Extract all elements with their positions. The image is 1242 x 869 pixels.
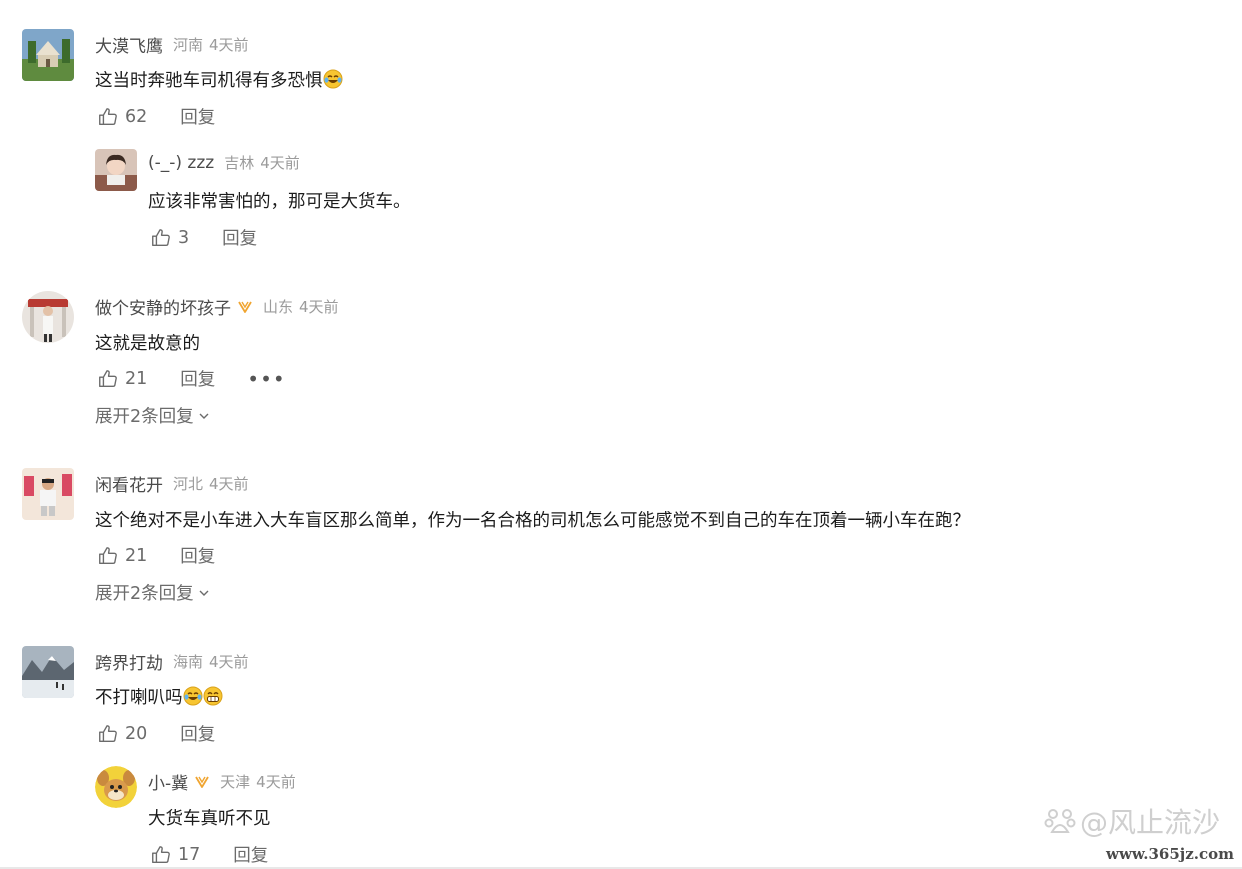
like-count: 21 <box>125 545 148 566</box>
timestamp: 4天前 <box>260 154 300 172</box>
timestamp: 4天前 <box>209 36 249 54</box>
timestamp: 4天前 <box>299 298 339 316</box>
avatar[interactable] <box>95 766 137 808</box>
crying-laughing-emoji-icon <box>183 686 202 706</box>
username[interactable]: 跨界打劫 <box>95 649 163 674</box>
like-button[interactable]: 21 <box>97 545 147 567</box>
username[interactable]: (-_-) zzz <box>148 153 214 173</box>
watermark-text: @风止流沙 <box>1079 806 1220 839</box>
thumb-up-icon <box>99 546 117 564</box>
location: 天津 <box>220 773 251 791</box>
reply-button[interactable]: 回复 <box>233 842 268 867</box>
reply-button[interactable]: 回复 <box>180 543 215 568</box>
timestamp: 4天前 <box>209 653 249 671</box>
vip-badge-icon <box>238 301 252 313</box>
comment-text-content: 这当时奔驰车司机得有多恐惧 <box>95 71 323 91</box>
more-options-button[interactable]: ••• <box>247 369 285 389</box>
username[interactable]: 做个安静的坏孩子 <box>95 294 231 319</box>
avatar-image <box>95 149 137 191</box>
avatar-image <box>22 468 74 520</box>
thumb-up-icon <box>152 845 170 863</box>
chevron-down-icon <box>199 590 209 596</box>
like-count: 20 <box>125 723 148 744</box>
watermark: @风止流沙 <box>1044 801 1220 841</box>
like-button[interactable]: 20 <box>97 723 147 745</box>
vip-badge-icon <box>195 776 209 788</box>
crying-laughing-emoji-icon <box>323 69 342 89</box>
location: 山东 <box>263 298 294 316</box>
comment-text: 不打喇叭吗 <box>95 684 223 709</box>
reply-button[interactable]: 回复 <box>222 225 257 250</box>
like-button[interactable]: 62 <box>97 106 147 128</box>
avatar-image <box>22 646 74 698</box>
chevron-down-icon <box>199 413 209 419</box>
comment-text-content: 不打喇叭吗 <box>95 688 183 708</box>
avatar[interactable] <box>22 291 74 343</box>
baidu-paw-icon <box>1044 809 1076 833</box>
reply-text: 应该非常害怕的，那可是大货车。 <box>148 192 411 212</box>
reply-button[interactable]: 回复 <box>180 366 215 391</box>
expand-replies-label: 展开2条回复 <box>95 584 194 604</box>
avatar-image <box>22 29 74 81</box>
thumb-up-icon <box>99 724 117 742</box>
avatar[interactable] <box>22 468 74 520</box>
thumb-up-icon <box>99 369 117 387</box>
like-button[interactable]: 3 <box>150 227 189 249</box>
location: 河南 <box>173 36 204 54</box>
comment-text: 这当时奔驰车司机得有多恐惧 <box>95 67 343 92</box>
avatar-image <box>95 766 137 808</box>
avatar[interactable] <box>22 29 74 81</box>
username[interactable]: 大漠飞鹰 <box>95 32 163 57</box>
site-watermark: www.365jz.com <box>1106 845 1234 863</box>
like-count: 21 <box>125 368 148 389</box>
expand-replies-button[interactable]: 展开2条回复 <box>95 580 211 605</box>
avatar[interactable] <box>22 646 74 698</box>
grinning-emoji-icon <box>203 686 222 706</box>
comment-text: 这就是故意的 <box>95 334 200 354</box>
timestamp: 4天前 <box>209 475 249 493</box>
location: 海南 <box>173 653 204 671</box>
comment-text: 这个绝对不是小车进入大车盲区那么简单，作为一名合格的司机怎么可能感觉不到自己的车… <box>95 511 970 531</box>
timestamp: 4天前 <box>256 773 296 791</box>
like-count: 62 <box>125 106 148 127</box>
expand-replies-button[interactable]: 展开2条回复 <box>95 403 211 428</box>
like-button[interactable]: 17 <box>150 844 200 866</box>
reply-button[interactable]: 回复 <box>180 104 215 129</box>
reply-button[interactable]: 回复 <box>180 721 215 746</box>
username[interactable]: 小-冀 <box>148 769 188 794</box>
like-count: 17 <box>178 844 201 865</box>
reply-text: 大货车真听不见 <box>148 809 271 829</box>
avatar-image <box>22 291 74 343</box>
location: 吉林 <box>224 154 255 172</box>
avatar[interactable] <box>95 149 137 191</box>
thumb-up-icon <box>152 228 170 246</box>
like-button[interactable]: 21 <box>97 368 147 390</box>
thumb-up-icon <box>99 107 117 125</box>
username[interactable]: 闲看花开 <box>95 471 163 496</box>
like-count: 3 <box>178 227 190 248</box>
expand-replies-label: 展开2条回复 <box>95 407 194 427</box>
location: 河北 <box>173 475 204 493</box>
